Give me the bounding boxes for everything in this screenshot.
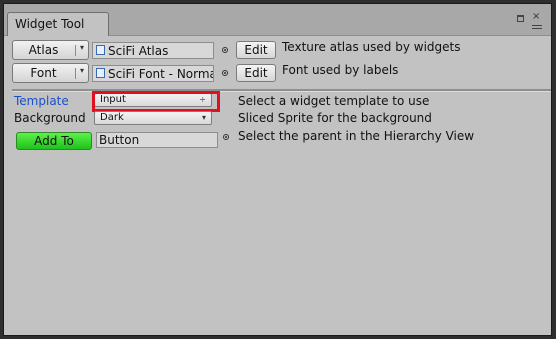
font-description: Font used by labels [282, 63, 399, 77]
font-selector-button[interactable]: Font ▾ [12, 63, 89, 83]
atlas-edit-button[interactable]: Edit [236, 41, 276, 59]
object-picker-icon[interactable] [223, 134, 229, 140]
add-to-button[interactable]: Add To [16, 132, 92, 150]
menu-icon[interactable] [532, 25, 542, 31]
highlight-box [92, 91, 220, 112]
atlas-object-field[interactable]: SciFi Atlas [92, 42, 214, 59]
add-to-description: Select the parent in the Hierarchy View [238, 129, 475, 143]
atlas-field-value: SciFi Atlas [108, 44, 169, 58]
chevron-down-icon: ▾ [201, 113, 206, 122]
widget-tool-window: Widget Tool × Atlas ▾ SciFi Atlas Edit T… [0, 0, 556, 339]
tab-bar: Widget Tool × [4, 4, 551, 36]
close-icon[interactable]: × [532, 12, 540, 22]
sprite-asset-icon [96, 45, 105, 55]
template-label: Template [14, 94, 69, 108]
font-asset-icon [96, 68, 105, 78]
object-picker-icon[interactable] [222, 47, 228, 53]
font-object-field[interactable]: SciFi Font - Normal [92, 65, 214, 82]
font-edit-button[interactable]: Edit [236, 64, 276, 82]
button-separator [75, 68, 76, 79]
maximize-icon[interactable] [517, 15, 524, 22]
window-frame: Widget Tool × Atlas ▾ SciFi Atlas Edit T… [3, 3, 552, 336]
template-description: Select a widget template to use [238, 94, 430, 108]
button-separator [75, 45, 76, 56]
background-description: Sliced Sprite for the background [238, 111, 432, 125]
tab-widget-tool[interactable]: Widget Tool [7, 12, 109, 36]
font-field-value: SciFi Font - Normal [108, 67, 214, 81]
atlas-description: Texture atlas used by widgets [282, 40, 461, 54]
font-button-label: Font [30, 66, 57, 80]
background-dropdown[interactable]: Dark ▾ [94, 111, 212, 125]
chevron-down-icon[interactable]: ▾ [80, 43, 84, 52]
background-selected-value: Dark [100, 112, 124, 123]
object-picker-icon[interactable] [222, 70, 228, 76]
chevron-down-icon[interactable]: ▾ [80, 66, 84, 75]
tab-title: Widget Tool [15, 17, 85, 31]
atlas-selector-button[interactable]: Atlas ▾ [12, 40, 89, 60]
background-label: Background [14, 111, 86, 125]
atlas-button-label: Atlas [28, 43, 59, 57]
parent-field[interactable]: Button [96, 132, 218, 148]
